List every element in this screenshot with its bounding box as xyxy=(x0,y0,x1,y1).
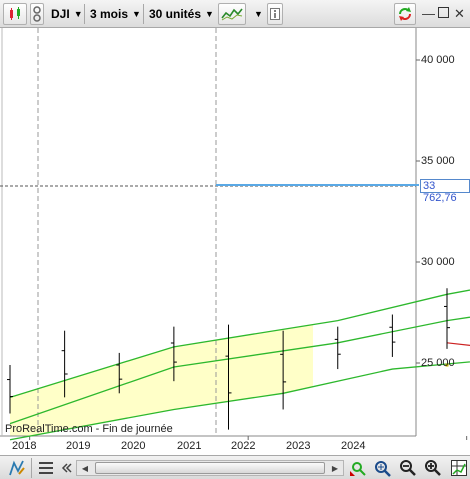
horizontal-scrollbar[interactable]: ◀ ▶ xyxy=(76,460,344,476)
x-tick-label: 2021 xyxy=(177,440,202,452)
price-chart[interactable]: 40 000 35 000 30 000 25 000 33 762,76 20… xyxy=(0,28,470,455)
chevron-down-icon: ▼ xyxy=(132,9,141,19)
minimize-icon[interactable]: — xyxy=(422,6,435,21)
y-tick-label: 40 000 xyxy=(421,54,455,66)
chevron-down-icon: ▼ xyxy=(73,9,83,19)
y-tick-label: 25 000 xyxy=(421,357,455,369)
zoom-out-icon[interactable] xyxy=(399,459,417,477)
link-icon[interactable] xyxy=(30,3,44,25)
y-tick-label: 30 000 xyxy=(421,256,455,268)
symbol-label: DJI xyxy=(51,7,70,21)
scroll-start-icon[interactable] xyxy=(58,459,76,477)
zoom-in-icon[interactable] xyxy=(424,459,442,477)
divider xyxy=(84,4,85,24)
scroll-right-arrow[interactable]: ▶ xyxy=(328,462,342,474)
info-icon[interactable] xyxy=(267,3,283,25)
top-toolbar: DJI ▼ 3 mois ▼ 30 unités ▼ ▼ — ✕ xyxy=(0,0,470,28)
mid-red-line xyxy=(446,342,470,346)
divider xyxy=(143,4,144,24)
period-label: 3 mois xyxy=(90,7,129,21)
chevron-down-icon: ▼ xyxy=(205,9,214,19)
scroll-thumb[interactable] xyxy=(95,462,325,474)
x-tick-label: 2020 xyxy=(121,440,146,452)
chart-canvas xyxy=(0,28,470,441)
symbol-selector[interactable]: DJI ▼ xyxy=(47,3,83,25)
maximize-icon[interactable] xyxy=(438,6,449,21)
x-tick-label: 2019 xyxy=(66,440,91,452)
divider xyxy=(31,458,32,478)
x-tick-label: 2024 xyxy=(341,440,366,452)
watermark: ProRealTime.com - Fin de journée xyxy=(5,423,173,435)
chart-style-dropdown[interactable]: ▼ xyxy=(246,3,263,25)
menu-icon[interactable] xyxy=(37,459,55,477)
last-price-tag: 33 762,76 xyxy=(420,179,470,204)
scroll-left-arrow[interactable]: ◀ xyxy=(78,462,92,474)
close-icon[interactable]: ✕ xyxy=(454,6,465,22)
chevron-down-icon: ▼ xyxy=(254,9,263,19)
period-selector[interactable]: 3 mois ▼ xyxy=(86,3,142,25)
candlestick-icon[interactable] xyxy=(3,3,27,25)
units-label: 30 unités xyxy=(149,7,202,21)
chart-style-icon[interactable] xyxy=(218,3,246,25)
x-tick-label: 2023 xyxy=(286,440,311,452)
bottom-toolbar: ◀ ▶ xyxy=(0,455,470,479)
x-tick-label: 2018 xyxy=(12,440,37,452)
y-tick-label: 35 000 xyxy=(421,155,455,167)
grid-icon[interactable] xyxy=(450,459,468,477)
band-fill xyxy=(10,324,313,436)
x-tick-label: 2022 xyxy=(231,440,256,452)
units-selector[interactable]: 30 unités ▼ xyxy=(145,3,215,25)
drawing-tool-icon[interactable] xyxy=(8,459,26,477)
auto-scale-icon[interactable] xyxy=(349,459,367,477)
refresh-icon[interactable] xyxy=(394,3,416,25)
zoom-area-icon[interactable] xyxy=(373,459,391,477)
